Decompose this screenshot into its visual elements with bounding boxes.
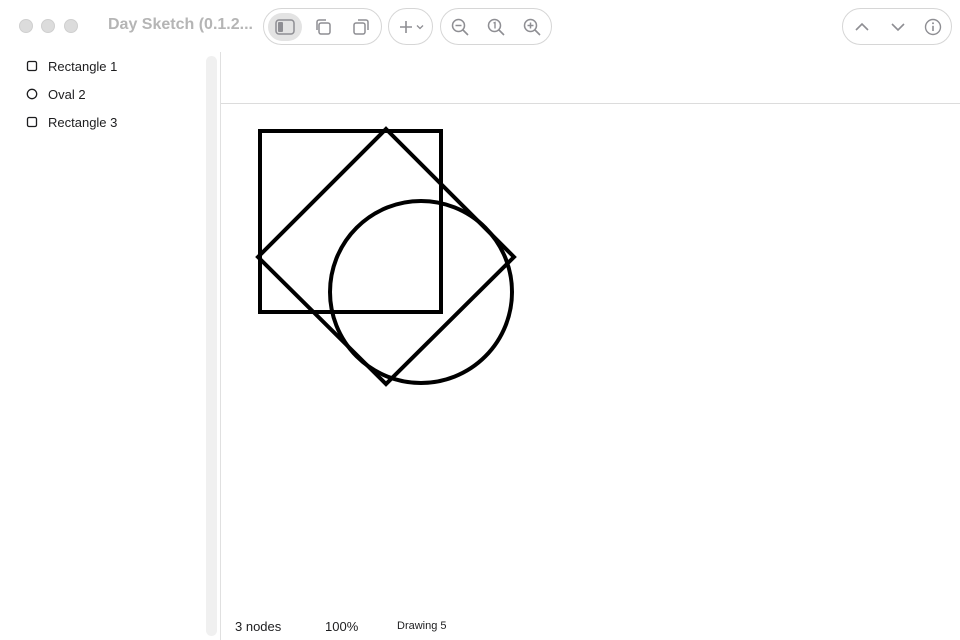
node-count: 3 nodes	[235, 619, 282, 634]
canvas-header	[221, 52, 960, 104]
select-next-button[interactable]	[881, 13, 915, 41]
oval-2-shape[interactable]	[328, 199, 514, 385]
copy-button[interactable]	[344, 13, 378, 41]
document-name: Drawing 5	[397, 620, 447, 632]
chevron-down-icon	[416, 25, 424, 30]
rectangle-icon	[26, 116, 38, 128]
zoom-out-button[interactable]	[443, 13, 477, 41]
zoom-in-button[interactable]	[515, 13, 549, 41]
toggle-sidebar-button[interactable]	[268, 13, 302, 41]
info-button[interactable]	[916, 13, 950, 41]
layers-sidebar: Rectangle 1 Oval 2 Rectangle 3	[0, 52, 206, 640]
zoom-window-button[interactable]	[64, 19, 78, 33]
add-toolbar-group	[388, 8, 433, 45]
info-icon	[924, 18, 942, 36]
drawing-canvas[interactable]	[221, 105, 960, 610]
zoom-in-icon	[523, 18, 541, 36]
add-icon	[400, 21, 412, 33]
sidebar-item-oval-2[interactable]: Oval 2	[26, 84, 86, 104]
copy-icon	[353, 19, 369, 35]
duplicate-icon	[316, 19, 331, 35]
sidebar-item-label: Oval 2	[48, 86, 86, 102]
zoom-out-icon	[451, 18, 469, 36]
canvas-svg	[255, 126, 517, 387]
sidebar-scrollbar[interactable]	[206, 56, 217, 636]
sidebar-item-label: Rectangle 1	[48, 58, 118, 74]
view-toolbar-group	[263, 8, 382, 45]
rectangle-3-shape[interactable]	[255, 126, 517, 387]
title-bar: Day Sketch (0.1.2...	[0, 0, 960, 52]
sidebar-item-rectangle-1[interactable]: Rectangle 1	[26, 56, 117, 76]
zoom-reset-button[interactable]	[479, 13, 513, 41]
sidebar-item-label: Rectangle 3	[48, 114, 118, 130]
navigation-toolbar-group	[842, 8, 952, 45]
select-previous-button[interactable]	[845, 13, 879, 41]
minimize-window-button[interactable]	[41, 19, 55, 33]
arrow-up-icon	[855, 22, 869, 31]
rectangle-icon	[26, 60, 38, 72]
zoom-level[interactable]: 100%	[325, 619, 358, 634]
window-title: Day Sketch (0.1.2...	[108, 16, 253, 33]
zoom-toolbar-group	[440, 8, 552, 45]
arrow-down-icon	[891, 23, 905, 32]
duplicate-button[interactable]	[306, 13, 340, 41]
add-shape-button[interactable]	[393, 13, 429, 41]
zoom-reset-icon	[487, 18, 505, 36]
status-bar: 3 nodes 100% Drawing 5	[221, 610, 960, 640]
sidebar-item-rectangle-3[interactable]: Rectangle 3	[26, 112, 117, 132]
sidebar-toggle-icon	[275, 19, 295, 35]
close-window-button[interactable]	[19, 19, 33, 33]
oval-icon	[26, 88, 38, 100]
